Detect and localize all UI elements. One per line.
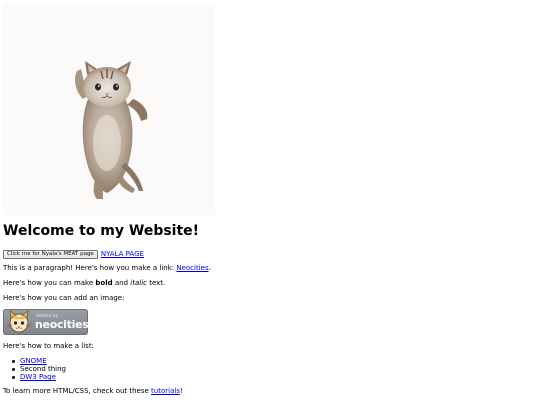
neocities-badge[interactable]: hosted by neocities <box>3 309 88 335</box>
formatting-prefix: Here's how you can make <box>3 279 96 287</box>
list-item: DW3 Page <box>12 373 66 381</box>
learn-more-paragraph: To learn more HTML/CSS, check out these … <box>3 387 183 396</box>
learn-suffix: ! <box>179 387 183 395</box>
image-intro: Here's how you can add an image: <box>3 294 125 302</box>
learn-prefix: To learn more HTML/CSS, check out these <box>3 387 152 395</box>
cat-icon <box>75 61 148 199</box>
nyala-page-link[interactable]: NYALA PAGE <box>101 250 144 258</box>
dancing-cat-image <box>3 3 215 215</box>
list-intro: Here's how to make a list: <box>3 342 94 350</box>
italic-text: italic <box>130 279 147 287</box>
tutorials-link[interactable]: tutorials <box>151 387 180 395</box>
list-item: Second thing <box>12 365 66 373</box>
formatting-middle: and <box>112 279 131 287</box>
intro-text: This is a paragraph! Here's how you make… <box>3 264 177 272</box>
intro-suffix: . <box>208 264 211 272</box>
bold-text: bold <box>95 279 113 287</box>
formatting-suffix: text. <box>146 279 166 287</box>
badge-neocities-word: neocities <box>35 318 88 331</box>
example-list: GNOME Second thing DW3 Page <box>12 357 66 381</box>
page-title: Welcome to my Website! <box>3 223 200 239</box>
meat-page-button[interactable]: Click me for Nyala's MEAT page <box>3 249 98 259</box>
neocities-cat-icon <box>6 310 32 333</box>
list-item: GNOME <box>12 357 66 365</box>
button-row: Click me for Nyala's MEAT page NYALA PAG… <box>3 249 144 259</box>
intro-paragraph: This is a paragraph! Here's how you make… <box>3 264 211 273</box>
dw3-page-link[interactable]: DW3 Page <box>20 373 56 381</box>
formatting-paragraph: Here's how you can make bold and italic … <box>3 279 165 288</box>
gnome-link[interactable]: GNOME <box>20 357 47 365</box>
neocities-link[interactable]: Neocities <box>176 264 208 272</box>
